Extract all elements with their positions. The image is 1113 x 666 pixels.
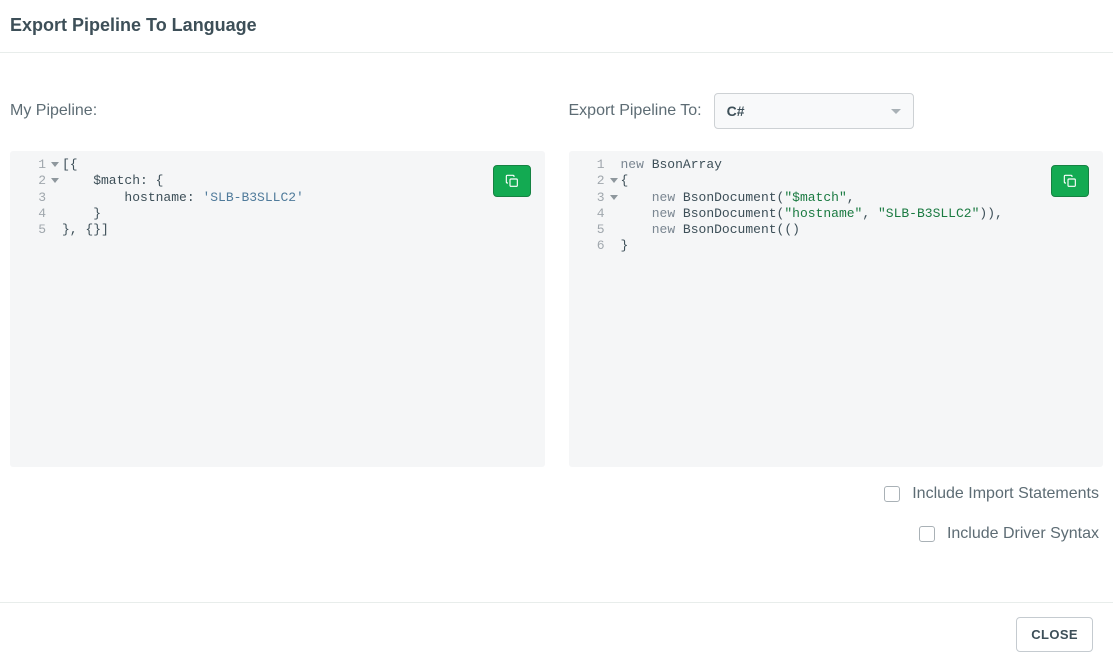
include-driver-label: Include Driver Syntax: [947, 525, 1099, 543]
line-number: 5: [10, 222, 50, 238]
include-imports-label: Include Import Statements: [912, 485, 1099, 503]
export-pane: Export Pipeline To: C# 1 2 3 4 5: [569, 63, 1104, 467]
checkbox-input[interactable]: [884, 486, 900, 502]
line-number: 1: [569, 157, 609, 173]
source-code-box: 1 2 3 4 5 [{ $match: { hostname: 'SLB-B3…: [10, 151, 545, 467]
copy-icon: [504, 173, 520, 189]
chevron-down-icon: [891, 109, 901, 114]
export-pipeline-dialog: Export Pipeline To Language My Pipeline:…: [0, 0, 1113, 666]
include-driver-checkbox[interactable]: Include Driver Syntax: [919, 525, 1099, 543]
copy-icon: [1062, 173, 1078, 189]
export-code[interactable]: new BsonArray { new BsonDocument("$match…: [621, 151, 1104, 467]
dialog-header: Export Pipeline To Language: [0, 0, 1113, 53]
checkbox-input[interactable]: [919, 526, 935, 542]
export-code-box: 1 2 3 4 5 6 new BsonArray { new BsonDocu…: [569, 151, 1104, 467]
line-number: 2: [569, 173, 609, 189]
export-label: Export Pipeline To:: [569, 102, 702, 120]
line-number: 3: [10, 190, 50, 206]
language-select-value: C#: [727, 103, 745, 119]
line-number: 5: [569, 222, 609, 238]
line-number: 4: [10, 206, 50, 222]
include-imports-checkbox[interactable]: Include Import Statements: [884, 485, 1099, 503]
line-number: 1: [10, 157, 50, 173]
source-code[interactable]: [{ $match: { hostname: 'SLB-B3SLLC2' } }…: [62, 151, 545, 467]
dialog-body: My Pipeline: 1 2 3 4 5 [{ $match: { host…: [0, 53, 1113, 602]
dialog-title: Export Pipeline To Language: [10, 15, 1103, 36]
copy-export-button[interactable]: [1051, 165, 1089, 197]
dialog-footer: CLOSE: [0, 602, 1113, 666]
export-gutter: 1 2 3 4 5 6: [569, 151, 609, 261]
copy-source-button[interactable]: [493, 165, 531, 197]
language-select[interactable]: C#: [714, 93, 914, 129]
line-number: 6: [569, 238, 609, 254]
line-number: 3: [569, 190, 609, 206]
line-number: 4: [569, 206, 609, 222]
options: Include Import Statements Include Driver…: [10, 485, 1103, 543]
source-label: My Pipeline:: [10, 102, 97, 120]
source-pane: My Pipeline: 1 2 3 4 5 [{ $match: { host…: [10, 63, 545, 467]
line-number: 2: [10, 173, 50, 189]
source-gutter: 1 2 3 4 5: [10, 151, 50, 244]
close-button[interactable]: CLOSE: [1016, 617, 1093, 652]
